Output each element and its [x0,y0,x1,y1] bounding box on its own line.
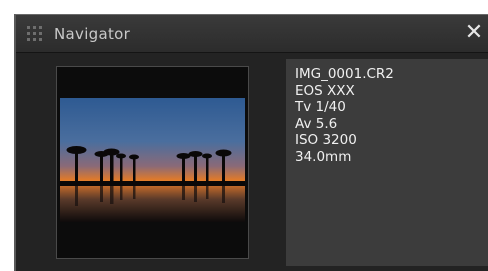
image-preview[interactable] [56,66,249,259]
panel-titlebar[interactable]: Navigator ✕ [16,15,488,53]
navigator-panel: Navigator ✕ IMG_0001.CR2 EOS XXX Tv 1/40… [14,14,488,271]
panel-content: IMG_0001.CR2 EOS XXX Tv 1/40 Av 5.6 ISO … [16,53,488,271]
aperture: Av 5.6 [295,115,338,132]
thumbnail-image [60,98,245,222]
file-name: IMG_0001.CR2 [295,66,394,82]
grip-icon[interactable] [26,25,43,42]
iso-speed: ISO 3200 [295,132,357,148]
camera-model: EOS XXX [295,82,355,99]
shutter-speed: Tv 1/40 [295,99,346,115]
image-info-panel: IMG_0001.CR2 EOS XXX Tv 1/40 Av 5.6 ISO … [286,59,488,266]
focal-length: 34.0mm [295,148,352,165]
panel-title: Navigator [54,25,131,43]
close-icon[interactable]: ✕ [462,19,486,47]
